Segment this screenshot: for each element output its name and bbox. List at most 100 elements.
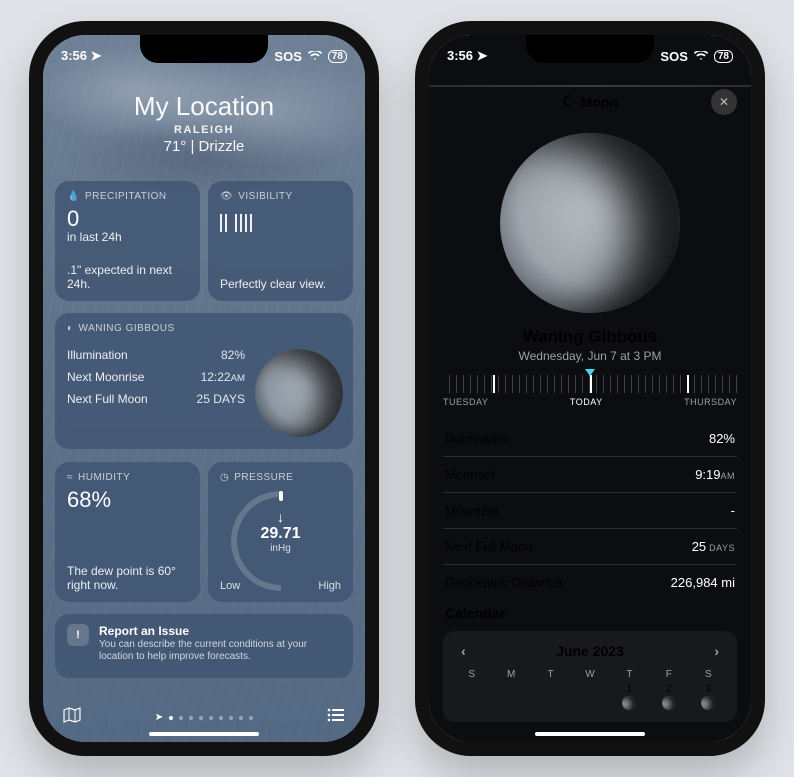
map-button[interactable] [63,707,81,728]
carrier: SOS [660,49,687,64]
scrubber-prev: TUESDAY [443,397,488,407]
moon-phase-header: WANING GIBBOUS [79,323,175,334]
report-issue-card[interactable]: ! Report an Issue You can describe the c… [55,614,353,678]
humidity-card[interactable]: ≈ HUMIDITY 68% The dew point is 60° righ… [55,462,200,602]
close-button[interactable]: ✕ [711,89,737,115]
stat-row[interactable]: Moonset 9:19AM [443,457,737,493]
battery-indicator: 78 [714,50,733,63]
precipitation-card[interactable]: 💧 PRECIPITATION 0 in last 24h .1" expect… [55,181,200,301]
sheet-grabber[interactable] [429,85,751,87]
cal-cell[interactable] [453,684,490,714]
clock: 3:56 [61,48,87,63]
stat-label: Illumination [445,431,511,446]
home-indicator[interactable] [149,732,259,736]
stat-value: 82% [709,431,735,446]
precip-unit: in last 24h [67,230,188,244]
city-label: RALEIGH [43,124,365,136]
humidity-icon: ≈ [67,472,73,483]
phase-name: Waning Gibbous [429,327,751,347]
separator: | [190,138,198,155]
scrubber-daymark [493,375,495,393]
moon-illustration [255,349,343,437]
visibility-card[interactable]: 👁 VISIBILITY Perfectly clear view. [208,181,353,301]
clock: 3:56 [447,48,473,63]
home-indicator[interactable] [535,732,645,736]
scrubber-daymark [590,375,592,393]
cal-month: June 2023 [556,643,624,659]
stat-row[interactable]: Next Full Moon 25 DAYS [443,529,737,565]
moon-stat-label: Illumination [67,348,128,362]
conditions-label: Drizzle [199,138,245,155]
stat-value: 25 DAYS [692,539,735,554]
eye-icon: 👁 [220,191,233,202]
wifi-icon [308,49,322,64]
temp-summary: 71° | Drizzle [43,138,365,155]
page-dots[interactable]: ➤ [155,712,253,723]
weather-header[interactable]: My Location RALEIGH 71° | Drizzle [43,91,365,155]
pressure-card[interactable]: ◷ PRESSURE ↓ 29.71 inHg Low High [208,462,353,602]
stat-row[interactable]: Moonrise - [443,493,737,529]
cal-next-button[interactable]: › [710,641,723,661]
mini-moon-icon [662,696,676,710]
location-title: My Location [43,91,365,122]
moon-icon: ☾ [562,93,575,110]
stat-label: Next Full Moon [445,539,532,554]
pressure-low-label: Low [220,580,240,592]
precip-value: 0 [67,208,188,230]
time-scrubber[interactable]: TUESDAY TODAY THURSDAY [443,375,737,407]
cal-cell[interactable]: 1 [611,684,648,714]
location-arrow-icon: ➤ [91,48,102,63]
cal-cell[interactable] [532,684,569,714]
stat-value: 9:19AM [695,467,735,482]
sheet-title: Moon [581,94,618,110]
humidity-desc: The dew point is 60° right now. [67,564,188,592]
cards-grid: 💧 PRECIPITATION 0 in last 24h .1" expect… [55,181,353,678]
carrier: SOS [274,49,301,64]
humidity-value: 68% [67,489,188,511]
phone-weather: 3:56 ➤ SOS 78 My Location RALEIGH 71° | … [29,21,379,756]
pressure-gauge: ↓ 29.71 inHg [226,491,336,561]
droplet-icon: 💧 [67,191,80,202]
cal-cell[interactable]: 3 [690,684,727,714]
stat-label: Moonrise [445,503,498,518]
mini-moon-icon [701,696,715,710]
cal-cell[interactable] [571,684,608,714]
scrubber-daymark [687,375,689,393]
cal-prev-button[interactable]: ‹ [457,641,470,661]
stat-row[interactable]: Geocentric Distance 226,984 mi [443,565,737,600]
visibility-desc: Perfectly clear view. [220,277,341,291]
scrubber-today: TODAY [570,397,603,407]
pressure-high-label: High [318,580,341,592]
cal-row: 1 2 3 [453,684,727,714]
report-desc: You can describe the current conditions … [99,639,341,664]
calendar: ‹ June 2023 › S M T W T F S 1 2 3 [443,631,737,722]
notch [526,35,654,63]
stat-label: Moonset [445,467,495,482]
stat-row[interactable]: Illumination 82% [443,421,737,457]
scrubber-pointer [585,369,595,376]
list-button[interactable] [327,708,345,727]
phase-title: Waning Gibbous Wednesday, Jun 7 at 3 PM [429,327,751,363]
battery-indicator: 78 [328,50,347,63]
calendar-label: Calendar [445,605,505,621]
phone-moon-detail: 3:56 ➤ SOS 78 ☾ Moon ✕ Waning Gibbous W [415,21,765,756]
cal-cell[interactable] [492,684,529,714]
visibility-header: VISIBILITY [238,191,292,202]
cal-cell[interactable]: 2 [650,684,687,714]
humidity-header: HUMIDITY [78,472,130,483]
pressure-unit: inHg [226,543,336,554]
wifi-icon [694,49,708,64]
moon-icon: ◐ [67,323,74,334]
stat-value: 226,984 mi [671,575,735,590]
temp-value: 71° [164,138,187,155]
screen-weather[interactable]: My Location RALEIGH 71° | Drizzle 💧 PREC… [43,35,365,742]
phase-date: Wednesday, Jun 7 at 3 PM [429,349,751,363]
stat-label: Geocentric Distance [445,575,562,590]
moon-card[interactable]: ◐ WANING GIBBOUS Illumination 82% Next M… [55,313,353,449]
precip-forecast: .1" expected in next 24h. [67,263,188,291]
screen-moon[interactable]: ☾ Moon ✕ Waning Gibbous Wednesday, Jun 7… [429,35,751,742]
location-arrow-icon: ➤ [155,712,163,723]
location-arrow-icon: ➤ [477,48,488,63]
sheet-header: ☾ Moon ✕ [429,93,751,110]
scrubber-ticks [443,375,737,393]
